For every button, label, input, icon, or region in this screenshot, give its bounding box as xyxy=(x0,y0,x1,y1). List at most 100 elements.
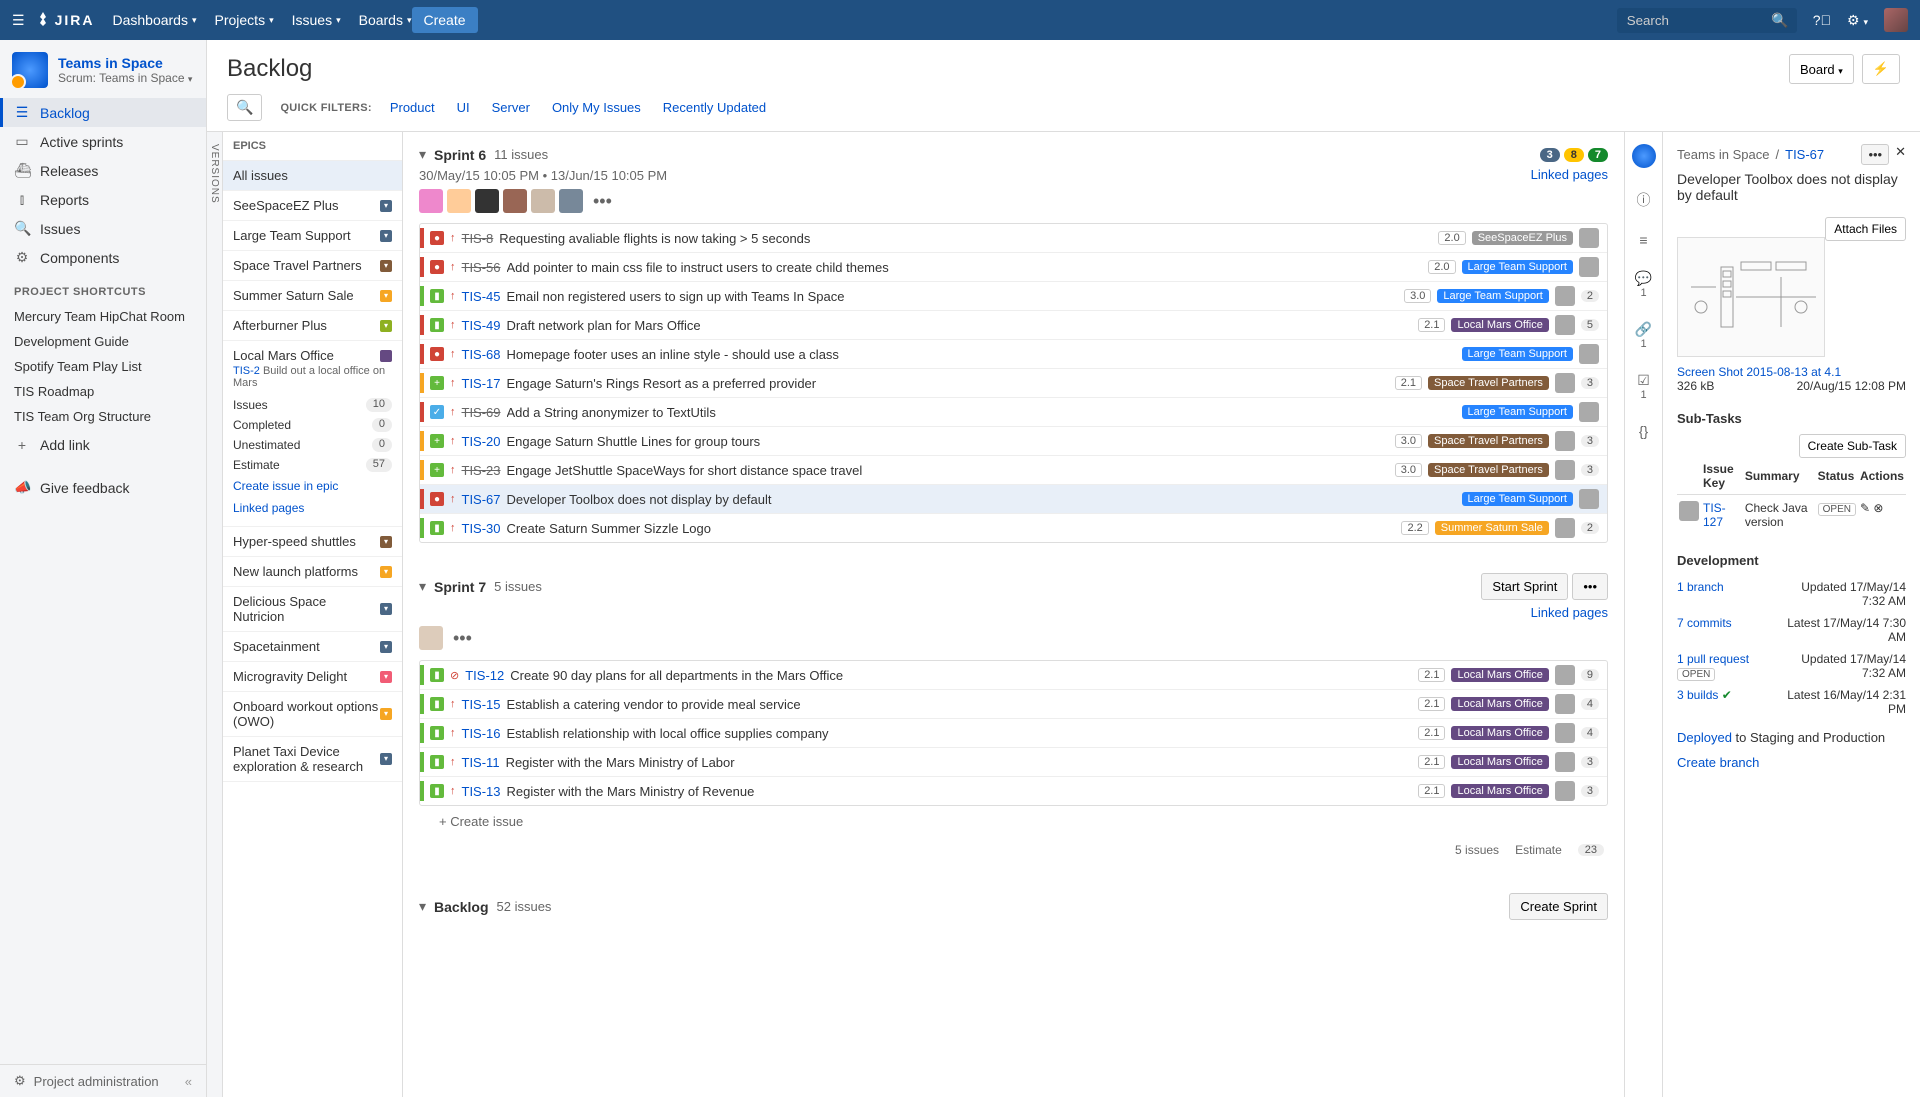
epic-item[interactable]: Microgravity Delight▾ xyxy=(223,662,402,692)
deployed-link[interactable]: Deployed xyxy=(1677,730,1732,745)
assignee-avatar[interactable] xyxy=(1555,723,1575,743)
issue-row[interactable]: ▮↑TIS-30Create Saturn Summer Sizzle Logo… xyxy=(420,514,1607,542)
issue-row[interactable]: ▮↑TIS-15Establish a catering vendor to p… xyxy=(420,690,1607,719)
project-avatar[interactable] xyxy=(12,52,48,88)
attach-files-button[interactable]: Attach Files xyxy=(1825,217,1906,241)
epic-tag[interactable]: Space Travel Partners xyxy=(1428,463,1549,477)
epic-item[interactable]: Onboard workout options (OWO)▾ xyxy=(223,692,402,737)
help-icon[interactable]: ?⃝ xyxy=(1813,12,1831,28)
nav-boards[interactable]: Boards ▾ xyxy=(359,12,412,28)
board-dropdown[interactable]: Board ▾ xyxy=(1789,54,1854,84)
epic-item[interactable]: Large Team Support▾ xyxy=(223,221,402,251)
close-icon[interactable]: ✕ xyxy=(1895,144,1906,165)
assignee-avatar[interactable] xyxy=(1555,518,1575,538)
more-icon[interactable]: ••• xyxy=(447,628,478,649)
epic-item[interactable]: New launch platforms▾ xyxy=(223,557,402,587)
nav-dashboards[interactable]: Dashboards ▾ xyxy=(112,12,196,28)
epic-tag[interactable]: Large Team Support xyxy=(1462,347,1573,361)
user-avatar[interactable] xyxy=(1884,8,1908,32)
project-admin-link[interactable]: Project administration xyxy=(34,1074,159,1089)
detail-project-crumb[interactable]: Teams in Space xyxy=(1677,147,1770,162)
epic-item[interactable]: Hyper-speed shuttles▾ xyxy=(223,527,402,557)
epic-key-link[interactable]: TIS-2 xyxy=(233,365,260,377)
create-issue-link[interactable]: + Create issue xyxy=(419,806,1608,837)
assignee-avatar[interactable] xyxy=(1555,781,1575,801)
epic-tag[interactable]: Space Travel Partners xyxy=(1428,434,1549,448)
issue-key-link[interactable]: TIS-11 xyxy=(462,755,500,770)
project-icon[interactable] xyxy=(1632,144,1656,168)
dev-link[interactable]: 7 commits xyxy=(1677,616,1732,630)
epic-tag[interactable]: Large Team Support xyxy=(1437,289,1548,303)
issue-key-link[interactable]: TIS-13 xyxy=(462,784,501,799)
epic-tag[interactable]: Local Mars Office xyxy=(1451,318,1548,332)
epic-tag[interactable]: Local Mars Office xyxy=(1451,697,1548,711)
assignee-avatar[interactable] xyxy=(1555,460,1575,480)
assignee-avatar[interactable] xyxy=(1555,752,1575,772)
epic-tag[interactable]: Space Travel Partners xyxy=(1428,376,1549,390)
issue-row[interactable]: ▮↑TIS-13Register with the Mars Ministry … xyxy=(420,777,1607,805)
nav-projects[interactable]: Projects ▾ xyxy=(215,12,274,28)
nav-issues[interactable]: Issues ▾ xyxy=(292,12,341,28)
filter-product[interactable]: Product xyxy=(390,100,435,115)
create-subtask-button[interactable]: Create Sub-Task xyxy=(1799,434,1906,458)
backlog-toggle-icon[interactable]: ▾ xyxy=(419,898,426,915)
epic-tag[interactable]: Local Mars Office xyxy=(1451,726,1548,740)
filter-server[interactable]: Server xyxy=(492,100,530,115)
sidebar-item-active-sprints[interactable]: ▭Active sprints xyxy=(0,127,206,156)
start-sprint-button[interactable]: Start Sprint xyxy=(1481,573,1568,600)
sprint-toggle-icon[interactable]: ▾ xyxy=(419,578,426,595)
sidebar-item-components[interactable]: ⚙Components xyxy=(0,243,206,272)
issue-row[interactable]: ▮↑TIS-45Email non registered users to si… xyxy=(420,282,1607,311)
shortcut-link[interactable]: Spotify Team Play List xyxy=(0,354,206,379)
comments-icon[interactable]: 💬1 xyxy=(1635,270,1652,299)
delete-icon[interactable]: ⊗ xyxy=(1873,501,1883,515)
assignee-avatar[interactable] xyxy=(419,189,443,213)
linked-pages-link[interactable]: Linked pages xyxy=(1531,605,1608,620)
epic-item[interactable]: Delicious Space Nutricion▾ xyxy=(223,587,402,632)
assignee-avatar[interactable] xyxy=(1579,489,1599,509)
issue-key-link[interactable]: TIS-68 xyxy=(462,347,501,362)
project-subtitle[interactable]: Scrum: Teams in Space ▾ xyxy=(58,71,192,85)
epic-item[interactable]: Summer Saturn Sale▾ xyxy=(223,281,402,311)
filter-ui[interactable]: UI xyxy=(457,100,470,115)
assignee-avatar[interactable] xyxy=(475,189,499,213)
linked-pages-link[interactable]: Linked pages xyxy=(1531,167,1608,182)
filter-only-my-issues[interactable]: Only My Issues xyxy=(552,100,641,115)
assignee-avatar[interactable] xyxy=(1579,402,1599,422)
epic-tag[interactable]: Local Mars Office xyxy=(1451,668,1548,682)
assignee-avatar[interactable] xyxy=(419,626,443,650)
assignee-avatar[interactable] xyxy=(1555,286,1575,306)
sidebar-item-issues[interactable]: 🔍Issues xyxy=(0,214,206,243)
epic-tag[interactable]: Local Mars Office xyxy=(1451,755,1548,769)
filter-recently-updated[interactable]: Recently Updated xyxy=(663,100,766,115)
edit-icon[interactable]: ✎ xyxy=(1860,501,1870,515)
issue-row[interactable]: ●↑TIS-68Homepage footer uses an inline s… xyxy=(420,340,1607,369)
add-link-button[interactable]: +Add link xyxy=(0,429,206,461)
dev-link[interactable]: 3 builds xyxy=(1677,688,1718,702)
dev-link[interactable]: 1 pull request xyxy=(1677,652,1749,666)
issue-key-link[interactable]: TIS-23 xyxy=(462,463,501,478)
issue-key-link[interactable]: TIS-8 xyxy=(462,231,494,246)
assignee-avatar[interactable] xyxy=(1555,315,1575,335)
epic-item[interactable]: Afterburner Plus▾ xyxy=(223,311,402,341)
epic-item[interactable]: SeeSpaceEZ Plus▾ xyxy=(223,191,402,221)
sidebar-item-reports[interactable]: ⫾Reports xyxy=(0,185,206,214)
assignee-avatar[interactable] xyxy=(531,189,555,213)
assignee-avatar[interactable] xyxy=(1555,694,1575,714)
issue-key-link[interactable]: TIS-12 xyxy=(465,668,504,683)
assignee-avatar[interactable] xyxy=(1579,257,1599,277)
dev-link[interactable]: 1 branch xyxy=(1677,580,1724,594)
create-button[interactable]: Create xyxy=(412,7,478,33)
create-issue-epic-link[interactable]: Create issue in epic xyxy=(233,475,392,497)
epic-tag[interactable]: Summer Saturn Sale xyxy=(1435,521,1549,535)
create-branch-link[interactable]: Create branch xyxy=(1677,755,1759,770)
sprint-toggle-icon[interactable]: ▾ xyxy=(419,146,426,163)
issue-row[interactable]: ●↑TIS-56Add pointer to main css file to … xyxy=(420,253,1607,282)
issue-key-link[interactable]: TIS-30 xyxy=(462,521,501,536)
settings-icon[interactable]: ⚙ ▾ xyxy=(1847,12,1868,29)
epic-tag[interactable]: Large Team Support xyxy=(1462,405,1573,419)
epic-tag[interactable]: Large Team Support xyxy=(1462,260,1573,274)
assignee-avatar[interactable] xyxy=(503,189,527,213)
filter-search-icon[interactable]: 🔍 xyxy=(227,94,262,121)
epic-item[interactable]: Spacetainment▾ xyxy=(223,632,402,662)
